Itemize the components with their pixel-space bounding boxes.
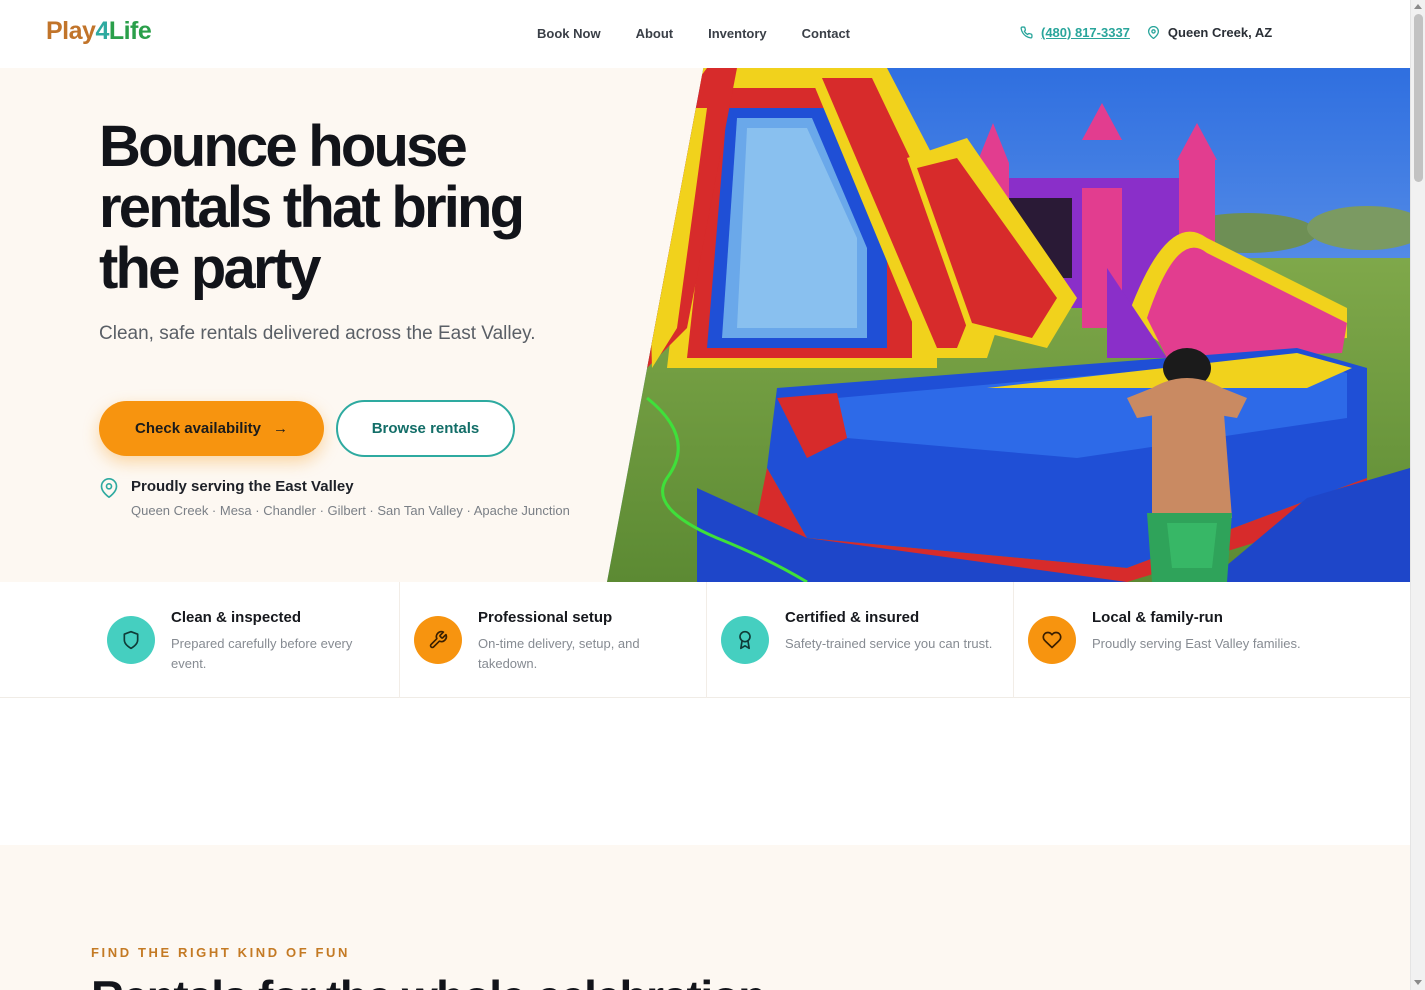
feature-title: Clean & inspected <box>171 609 302 626</box>
phone-number: (480) 817-3337 <box>1041 25 1130 40</box>
feature-divider <box>399 582 400 698</box>
feature-divider <box>1013 582 1014 698</box>
bounce-house-illustration <box>607 68 1410 582</box>
logo-play: Play <box>46 17 96 45</box>
feature-icon-badge <box>414 616 462 664</box>
main-nav: Book Now About Inventory Contact <box>537 26 850 41</box>
section-title: Rentals for the whole celebration <box>91 970 766 990</box>
feature-certified-insured: Certified & insured Safety-trained servi… <box>721 582 1028 698</box>
header-contact: (480) 817-3337 Queen Creek, AZ <box>1019 25 1272 40</box>
nav-about[interactable]: About <box>636 26 674 41</box>
phone-icon <box>1019 25 1034 40</box>
shield-icon <box>123 630 139 650</box>
hero-title: Bounce house rentals that bring the part… <box>99 114 525 301</box>
feature-title: Certified & insured <box>785 609 920 626</box>
site-header: Play4Life Book Now About Inventory Conta… <box>0 0 1410 68</box>
header-location: Queen Creek, AZ <box>1146 25 1272 40</box>
logo[interactable]: Play4Life <box>46 17 152 46</box>
service-area-title: Proudly serving the East Valley <box>131 478 354 495</box>
browse-rentals-button[interactable]: Browse rentals <box>336 400 515 457</box>
feature-divider <box>706 582 707 698</box>
check-availability-button[interactable]: Check availability → <box>99 401 324 456</box>
check-availability-label: Check availability <box>135 420 261 437</box>
location-pin-icon <box>99 478 119 503</box>
phone-link[interactable]: (480) 817-3337 <box>1019 25 1130 40</box>
scroll-thumb[interactable] <box>1414 14 1423 182</box>
feature-description: Proudly serving East Valley families. <box>1092 636 1301 651</box>
award-icon <box>739 630 751 650</box>
feature-clean-inspected: Clean & inspected Prepared carefully bef… <box>107 582 414 698</box>
heart-icon <box>1042 631 1062 649</box>
service-area-towns: Queen Creek · Mesa · Chandler · Gilbert … <box>131 503 570 518</box>
scroll-down-arrow-icon[interactable] <box>1414 980 1422 985</box>
feature-description: Prepared carefully before every event. <box>171 636 353 671</box>
nav-contact[interactable]: Contact <box>802 26 850 41</box>
page-scrollbar[interactable] <box>1410 0 1425 990</box>
feature-icon-badge <box>721 616 769 664</box>
feature-professional-setup: Professional setup On-time delivery, set… <box>414 582 721 698</box>
feature-title: Local & family-run <box>1092 609 1223 626</box>
rentals-section: FIND THE RIGHT KIND OF FUN Rentals for t… <box>0 845 1410 990</box>
location-text: Queen Creek, AZ <box>1167 25 1273 40</box>
arrow-right-icon: → <box>272 420 288 437</box>
feature-icon-badge <box>107 616 155 664</box>
feature-local-family: Local & family-run Proudly serving East … <box>1028 582 1335 698</box>
wrench-icon <box>429 630 448 649</box>
scroll-up-arrow-icon[interactable] <box>1414 4 1422 9</box>
nav-book-now[interactable]: Book Now <box>537 26 601 41</box>
nav-inventory[interactable]: Inventory <box>708 26 767 41</box>
features-strip: Clean & inspected Prepared carefully bef… <box>0 582 1410 698</box>
section-eyebrow: FIND THE RIGHT KIND OF FUN <box>91 945 350 960</box>
feature-description: Safety-trained service you can trust. <box>785 636 993 651</box>
logo-life: Life <box>108 17 152 45</box>
logo-four: 4 <box>95 17 109 45</box>
feature-icon-badge <box>1028 616 1076 664</box>
feature-description: On-time delivery, setup, and takedown. <box>478 636 640 671</box>
hero-section: Bounce house rentals that bring the part… <box>0 68 1410 582</box>
location-pin-icon <box>1146 25 1161 40</box>
hero-subtitle: Clean, safe rentals delivered across the… <box>99 323 536 344</box>
feature-title: Professional setup <box>478 609 613 626</box>
hero-image <box>607 68 1410 582</box>
